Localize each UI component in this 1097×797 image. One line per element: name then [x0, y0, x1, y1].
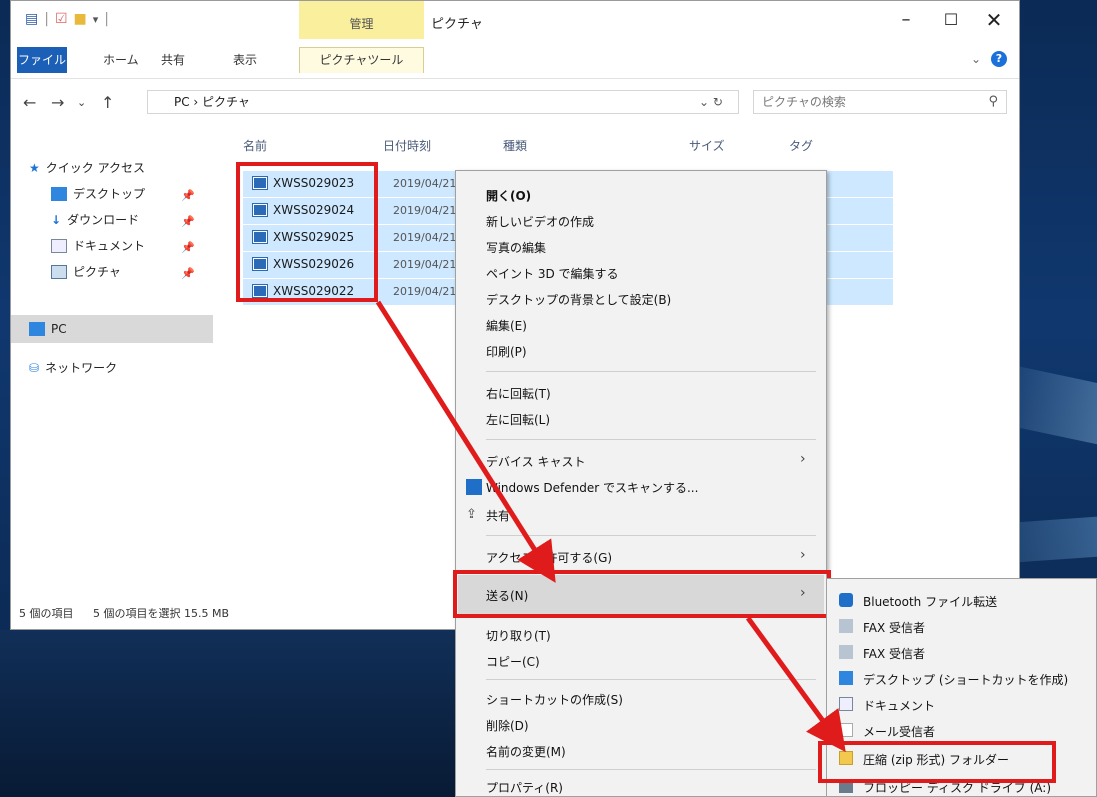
arrow-send-to-to-zip — [745, 616, 846, 753]
arrow-files-to-send-to — [375, 300, 556, 583]
annotation-arrows — [375, 300, 846, 753]
